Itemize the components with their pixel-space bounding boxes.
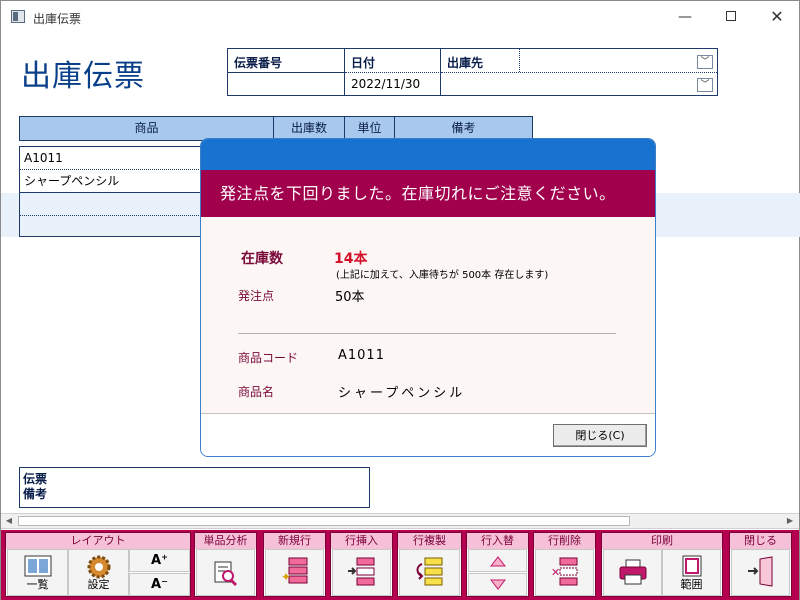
destination-cell: 出庫先 ﹀ ﹀ — [441, 49, 717, 95]
close-screen-button[interactable] — [731, 549, 790, 596]
dialog-divider — [238, 333, 616, 334]
move-row-up-button[interactable] — [468, 549, 527, 572]
dialog-title-bar — [201, 139, 655, 170]
list-view-icon — [24, 555, 51, 577]
app-icon — [11, 10, 25, 23]
font-larger-button[interactable]: A⁺ — [129, 549, 190, 572]
print-group-title: 印刷 — [602, 533, 722, 549]
product-code-value: A1011 — [338, 348, 385, 363]
layout-group-title: レイアウト — [6, 533, 190, 549]
swap-row-group: 行入替 — [466, 532, 529, 597]
close-group: 閉じる — [729, 532, 792, 597]
new-row-group: 新規行 ✦ — [263, 532, 326, 597]
arrow-down-icon — [489, 579, 506, 590]
date-label: 日付 — [351, 56, 376, 70]
dialog-close-button[interactable]: 閉じる(C) — [553, 424, 647, 447]
close-group-title: 閉じる — [730, 533, 791, 549]
minimize-button[interactable]: — — [663, 5, 707, 29]
dialog-message: 発注点を下回りました。在庫切れにご注意ください。 — [201, 170, 655, 217]
stock-value: 14本 — [334, 251, 368, 267]
window-title: 出庫伝票 — [33, 12, 82, 26]
new-row-title: 新規行 — [264, 533, 325, 549]
reorder-point-label: 発注点 — [238, 289, 275, 303]
item-analysis-group: 単品分析 — [194, 532, 257, 597]
delete-row-group: 行削除 ✕ — [533, 532, 596, 597]
chevron-down-icon: ﹀ — [700, 80, 710, 90]
magnifier-chart-icon — [214, 561, 237, 587]
title-bar: 出庫伝票 — ✕ — [1, 1, 799, 33]
stock-note: (上記に加えて、入庫待ちが 500本 存在します) — [336, 270, 549, 281]
scroll-left-icon[interactable]: ◀ — [1, 514, 17, 528]
app-window: 出庫伝票 — ✕ 出庫伝票 伝票番号 日付 2022/11/30 出庫先 ﹀ ﹀… — [0, 0, 800, 600]
new-row-icon: ✦ — [281, 557, 307, 584]
copy-row-icon — [416, 557, 442, 586]
delete-row-icon: ✕ — [551, 557, 577, 586]
printer-icon — [619, 559, 646, 585]
settings-label: 設定 — [87, 578, 110, 591]
delete-row-button[interactable]: ✕ — [535, 549, 594, 596]
copy-row-title: 行複製 — [398, 533, 461, 549]
maximize-button[interactable] — [709, 5, 753, 29]
print-range-icon — [682, 555, 701, 577]
slip-number-label: 伝票番号 — [234, 56, 283, 70]
bottom-toolbar: レイアウト 一覧 設定 A⁺ A⁻ 単品分析 新規行 ✦ 行挿入 行複製 行入替… — [1, 530, 799, 600]
insert-row-title: 行挿入 — [331, 533, 392, 549]
svg-text:✦: ✦ — [281, 570, 291, 584]
print-button[interactable] — [603, 549, 662, 596]
scrollbar-thumb[interactable] — [18, 516, 630, 526]
insert-row-group: 行挿入 — [330, 532, 393, 597]
maximize-icon — [726, 11, 736, 21]
copy-row-group: 行複製 — [397, 532, 462, 597]
insert-row-button[interactable] — [332, 549, 391, 596]
product-name-label: 商品名 — [238, 385, 275, 399]
font-larger-icon: A⁺ — [151, 553, 168, 568]
slip-memo-label: 伝票 備考 — [23, 472, 48, 501]
date-value: 2022/11/30 — [351, 77, 421, 91]
chevron-down-icon: ﹀ — [700, 57, 710, 67]
stock-label: 在庫数 — [241, 251, 283, 267]
swap-row-title: 行入替 — [467, 533, 528, 549]
svg-text:✕: ✕ — [551, 566, 560, 579]
horizontal-scrollbar[interactable]: ◀ ▶ — [1, 513, 799, 529]
settings-button[interactable]: 設定 — [68, 549, 129, 596]
print-range-button[interactable]: 範囲 — [662, 549, 721, 596]
print-group: 印刷 範囲 — [601, 532, 723, 597]
item-analysis-title: 単品分析 — [195, 533, 256, 549]
insert-row-icon — [347, 557, 374, 586]
print-range-label: 範囲 — [680, 578, 703, 591]
move-row-down-button[interactable] — [468, 573, 527, 596]
slip-memo-box[interactable]: 伝票 備考 — [19, 467, 370, 508]
font-smaller-button[interactable]: A⁻ — [129, 573, 190, 596]
scroll-right-icon[interactable]: ▶ — [782, 514, 798, 528]
product-code-label: 商品コード — [238, 351, 299, 365]
layout-group: レイアウト 一覧 設定 A⁺ A⁻ — [5, 532, 191, 597]
product-name-value: シャープペンシル — [338, 386, 466, 401]
low-stock-dialog: 発注点を下回りました。在庫切れにご注意ください。 在庫数 14本 (上記に加えて… — [200, 138, 656, 457]
page-title: 出庫伝票 — [21, 59, 145, 94]
destination-name-dropdown[interactable]: ﹀ — [697, 78, 713, 92]
delete-row-title: 行削除 — [534, 533, 595, 549]
close-window-button[interactable]: ✕ — [755, 5, 799, 29]
arrow-up-icon — [489, 556, 506, 567]
new-row-button[interactable]: ✦ — [265, 549, 324, 596]
destination-label: 出庫先 — [447, 56, 484, 70]
copy-row-button[interactable] — [399, 549, 460, 596]
destination-code-dropdown[interactable]: ﹀ — [697, 55, 713, 69]
exit-door-icon — [747, 556, 772, 587]
reorder-point-value: 50本 — [335, 290, 365, 305]
item-analysis-button[interactable] — [196, 549, 255, 596]
dialog-footer: 閉じる(C) — [201, 413, 655, 456]
list-view-button[interactable]: 一覧 — [7, 549, 68, 596]
font-smaller-icon: A⁻ — [151, 577, 168, 592]
slip-header: 伝票番号 日付 2022/11/30 出庫先 ﹀ ﹀ — [227, 48, 718, 96]
list-view-label: 一覧 — [26, 578, 49, 591]
